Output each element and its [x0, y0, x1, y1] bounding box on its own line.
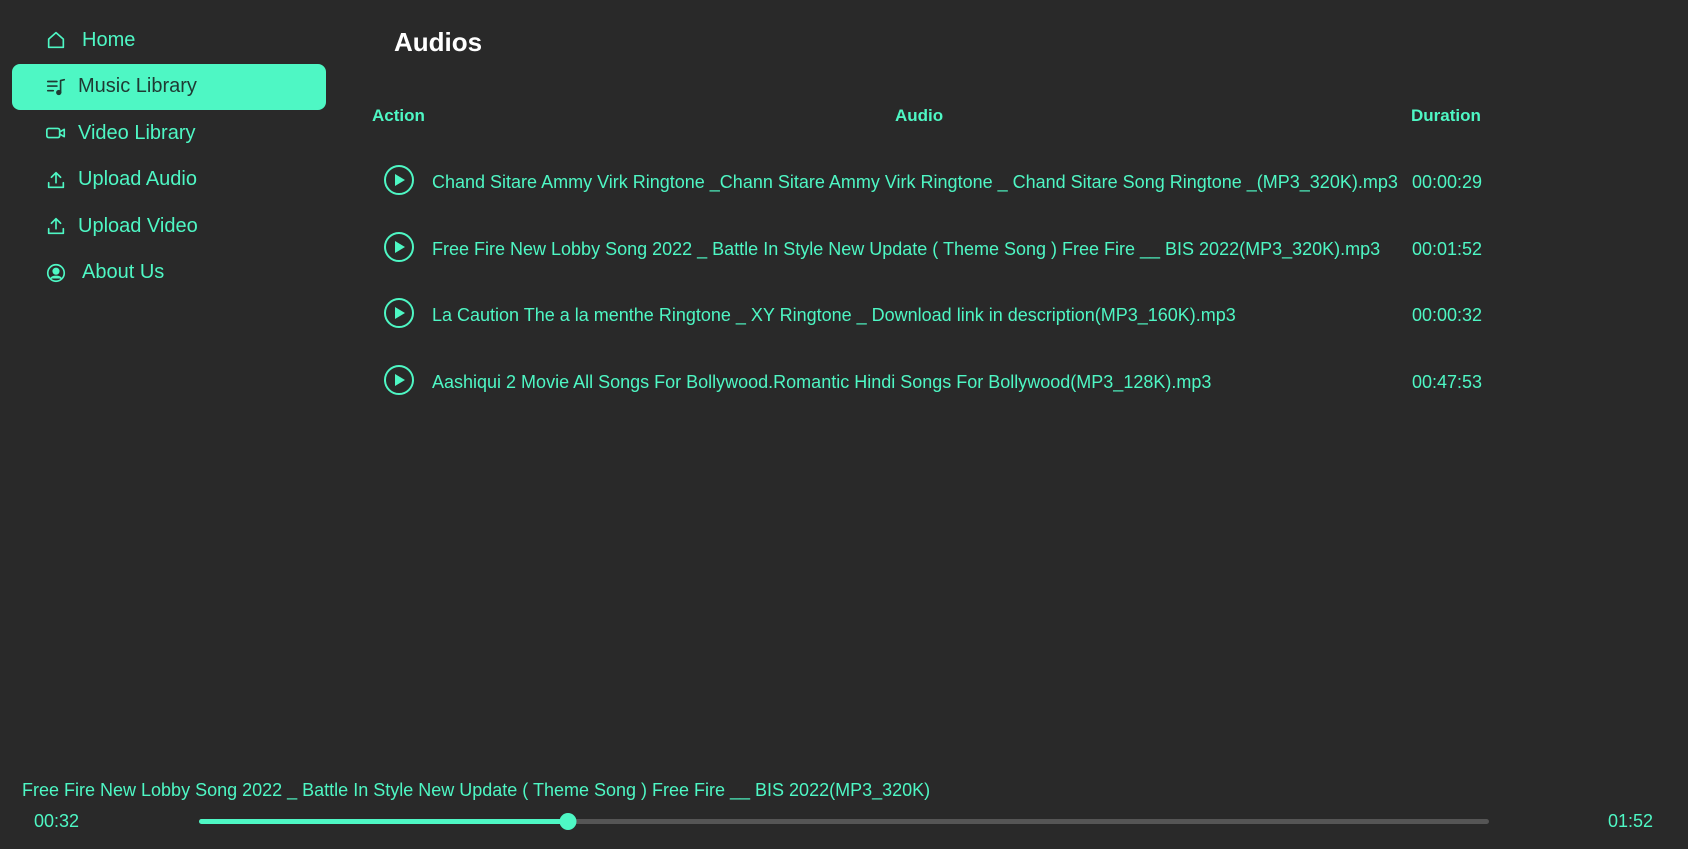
upload-icon	[44, 214, 68, 238]
sidebar-item-label: Video Library	[78, 121, 196, 144]
audio-name: Free Fire New Lobby Song 2022 _ Battle I…	[432, 238, 1381, 259]
upload-icon	[44, 168, 68, 192]
sidebar-item-upload-audio[interactable]: Upload Audio	[12, 157, 326, 203]
play-icon	[395, 174, 405, 186]
column-header-duration: Duration	[1411, 106, 1481, 125]
table-row: Free Fire New Lobby Song 2022 _ Battle I…	[372, 216, 1492, 283]
progress-thumb[interactable]	[559, 813, 577, 830]
sidebar-item-label: Music Library	[78, 75, 197, 97]
table-row: La Caution The a la menthe Ringtone _ XY…	[372, 282, 1492, 349]
audio-name: Chand Sitare Ammy Virk Ringtone _Chann S…	[432, 172, 1398, 192]
home-icon	[44, 28, 68, 52]
sidebar-item-about-us[interactable]: About Us	[12, 250, 326, 296]
play-icon	[395, 374, 405, 387]
play-button[interactable]	[384, 365, 414, 396]
audio-duration: 00:47:53	[1412, 372, 1483, 393]
play-button[interactable]	[384, 298, 414, 329]
page-title: Audios	[394, 27, 483, 57]
play-icon	[395, 307, 405, 320]
sidebar-item-label: About Us	[82, 261, 165, 283]
music-list-icon	[44, 75, 68, 99]
progress-bar[interactable]	[199, 813, 1489, 830]
play-button[interactable]	[384, 165, 414, 195]
video-camera-icon	[44, 121, 68, 145]
audio-duration: 00:00:29	[1412, 172, 1483, 192]
play-button[interactable]	[384, 231, 414, 262]
current-time: 00:32	[34, 811, 80, 831]
column-header-action: Action	[372, 106, 425, 125]
now-playing-title: Free Fire New Lobby Song 2022 _ Battle I…	[22, 780, 931, 800]
table-header: Action Audio Duration	[372, 106, 1492, 126]
sidebar-item-music-library[interactable]: Music Library	[12, 63, 326, 110]
sidebar-item-label: Upload Video	[78, 214, 198, 237]
sidebar-item-video-library[interactable]: Video Library	[12, 110, 326, 156]
audio-name: La Caution The a la menthe Ringtone _ XY…	[432, 305, 1236, 326]
user-circle-icon	[44, 261, 68, 285]
sidebar-item-label: Home	[82, 28, 136, 51]
sidebar-item-home[interactable]: Home	[12, 17, 326, 63]
sidebar-item-label: Upload Audio	[78, 168, 197, 190]
audio-player: Free Fire New Lobby Song 2022 _ Battle I…	[0, 769, 1688, 849]
play-icon	[395, 240, 405, 253]
progress-fill	[199, 819, 568, 824]
table-row: Aashiqui 2 Movie All Songs For Bollywood…	[372, 349, 1492, 416]
audio-duration: 00:00:32	[1412, 305, 1483, 326]
audio-table: Chand Sitare Ammy Virk Ringtone _Chann S…	[372, 149, 1492, 416]
table-row: Chand Sitare Ammy Virk Ringtone _Chann S…	[372, 149, 1492, 216]
column-header-audio: Audio	[895, 106, 944, 125]
sidebar: Home Music Library Video Library Upload …	[12, 17, 326, 296]
audio-name: Aashiqui 2 Movie All Songs For Bollywood…	[432, 372, 1212, 393]
audio-duration: 00:01:52	[1412, 238, 1483, 259]
total-time: 01:52	[1607, 811, 1653, 831]
sidebar-item-upload-video[interactable]: Upload Video	[12, 203, 326, 249]
